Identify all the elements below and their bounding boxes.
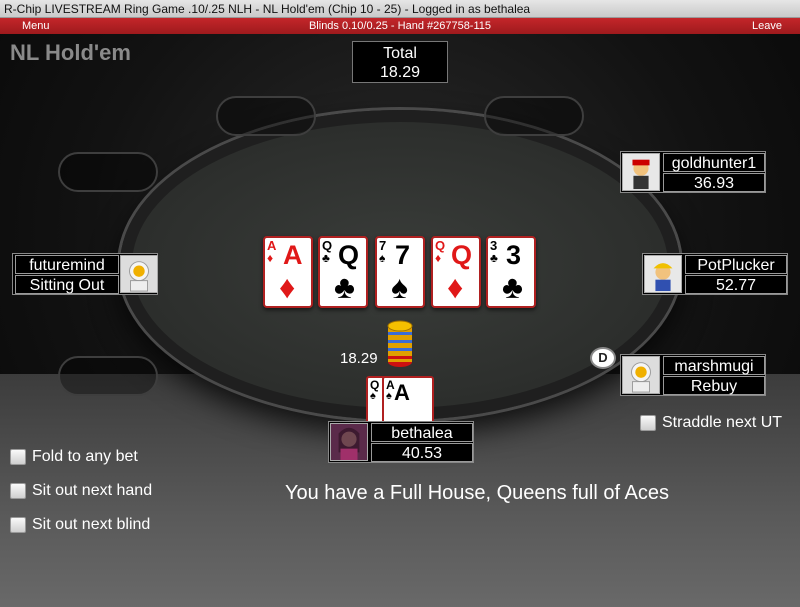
- empty-seat-top-right[interactable]: [484, 96, 584, 136]
- player-seat-marshmugi[interactable]: marshmugi Rebuy: [620, 354, 766, 396]
- hardhat-avatar-icon: [644, 255, 682, 293]
- card-suit-corner: ♦: [267, 251, 274, 265]
- pot-amount: 18.29: [340, 350, 378, 367]
- fold-to-any-bet-label: Fold to any bet: [32, 448, 138, 465]
- player-stack: 52.77: [685, 275, 787, 294]
- player-stack: 40.53: [371, 443, 473, 462]
- straddle-label: Straddle next UT: [662, 414, 783, 431]
- card-suit-corner: ♠: [370, 390, 376, 402]
- window-title: R-Chip LIVESTREAM Ring Game .10/.25 NLH …: [0, 0, 800, 18]
- miner-avatar-icon: [622, 153, 660, 191]
- straddle-checkbox[interactable]: [640, 415, 656, 431]
- sit-out-next-hand-checkbox[interactable]: [10, 483, 26, 499]
- total-pot-box: Total 18.29: [352, 41, 448, 83]
- empty-seat-left[interactable]: [58, 152, 158, 192]
- sit-out-next-hand-option[interactable]: Sit out next hand: [10, 482, 152, 500]
- card-suit-corner: ♣: [322, 251, 330, 265]
- player-name: goldhunter1: [663, 153, 765, 172]
- poker-table-area: NL Hold'em Total 18.29 A ♦ A ♦ Q ♣ Q ♣ 7 ♠ 7 ♠ Q ♦ Q ♦ 3…: [0, 34, 800, 607]
- fold-to-any-bet-checkbox[interactable]: [10, 449, 26, 465]
- board-card: A ♦ A ♦: [263, 236, 313, 308]
- total-value: 18.29: [379, 64, 421, 81]
- card-suit-icon: ♦: [447, 269, 464, 305]
- blinds-info: Blinds 0.10/0.25 - Hand #267758-115: [308, 20, 492, 32]
- board-card: 7 ♠ 7 ♠: [375, 236, 425, 308]
- astronaut-avatar-icon: [120, 255, 158, 293]
- dealer-button: D: [590, 347, 616, 369]
- board-card: 3 ♣ 3 ♣: [486, 236, 536, 308]
- total-label: Total: [383, 45, 417, 62]
- card-rank: Q: [338, 240, 360, 270]
- card-rank: 7: [395, 240, 411, 270]
- astronaut-avatar-icon: [622, 356, 660, 394]
- card-suit-corner: ♦: [435, 251, 442, 265]
- player-name: bethalea: [371, 423, 473, 442]
- game-title: NL Hold'em: [10, 40, 131, 65]
- leave-button[interactable]: Leave: [752, 18, 782, 34]
- card-suit-corner: ♠: [386, 390, 392, 402]
- board-card: Q ♦ Q ♦: [431, 236, 481, 308]
- player-seat-bethalea[interactable]: bethalea 40.53: [328, 421, 474, 463]
- player-seat-goldhunter1[interactable]: goldhunter1 36.93: [620, 151, 766, 193]
- player-name: futuremind: [15, 255, 119, 274]
- straddle-option[interactable]: Straddle next UT: [640, 414, 782, 432]
- photo-avatar-icon: [330, 423, 368, 461]
- card-rank: Q: [451, 240, 473, 270]
- empty-seat-bottom-left[interactable]: [58, 356, 158, 396]
- player-seat-potplucker[interactable]: PotPlucker 52.77: [642, 253, 788, 295]
- player-seat-futuremind[interactable]: futuremind Sitting Out: [12, 253, 158, 295]
- card-suit-icon: ♠: [391, 269, 408, 305]
- sit-out-next-hand-label: Sit out next hand: [32, 482, 153, 499]
- empty-seat-top-left[interactable]: [216, 96, 316, 136]
- hand-result-message: You have a Full House, Queens full of Ac…: [285, 482, 669, 504]
- card-rank: A: [283, 240, 303, 270]
- card-suit-icon: ♣: [334, 269, 355, 305]
- card-suit-icon: ♣: [502, 269, 523, 305]
- player-stack: Rebuy: [663, 376, 765, 395]
- hero-card: A ♠ A: [382, 376, 434, 424]
- pot-chips-icon: [387, 320, 413, 367]
- player-stack: 36.93: [663, 173, 765, 192]
- sit-out-next-blind-checkbox[interactable]: [10, 517, 26, 533]
- player-name: PotPlucker: [685, 255, 787, 274]
- sit-out-next-blind-label: Sit out next blind: [32, 516, 151, 533]
- card-suit-icon: ♦: [279, 269, 296, 305]
- player-stack: Sitting Out: [15, 275, 119, 294]
- board-card: Q ♣ Q ♣: [318, 236, 368, 308]
- fold-to-any-bet-option[interactable]: Fold to any bet: [10, 448, 138, 466]
- card-rank: A: [394, 380, 410, 405]
- card-suit-corner: ♣: [490, 251, 498, 265]
- card-rank: 3: [506, 240, 522, 270]
- menu-bar: Menu Blinds 0.10/0.25 - Hand #267758-115…: [0, 18, 800, 34]
- player-name: marshmugi: [663, 356, 765, 375]
- sit-out-next-blind-option[interactable]: Sit out next blind: [10, 516, 150, 534]
- card-suit-corner: ♠: [379, 251, 386, 265]
